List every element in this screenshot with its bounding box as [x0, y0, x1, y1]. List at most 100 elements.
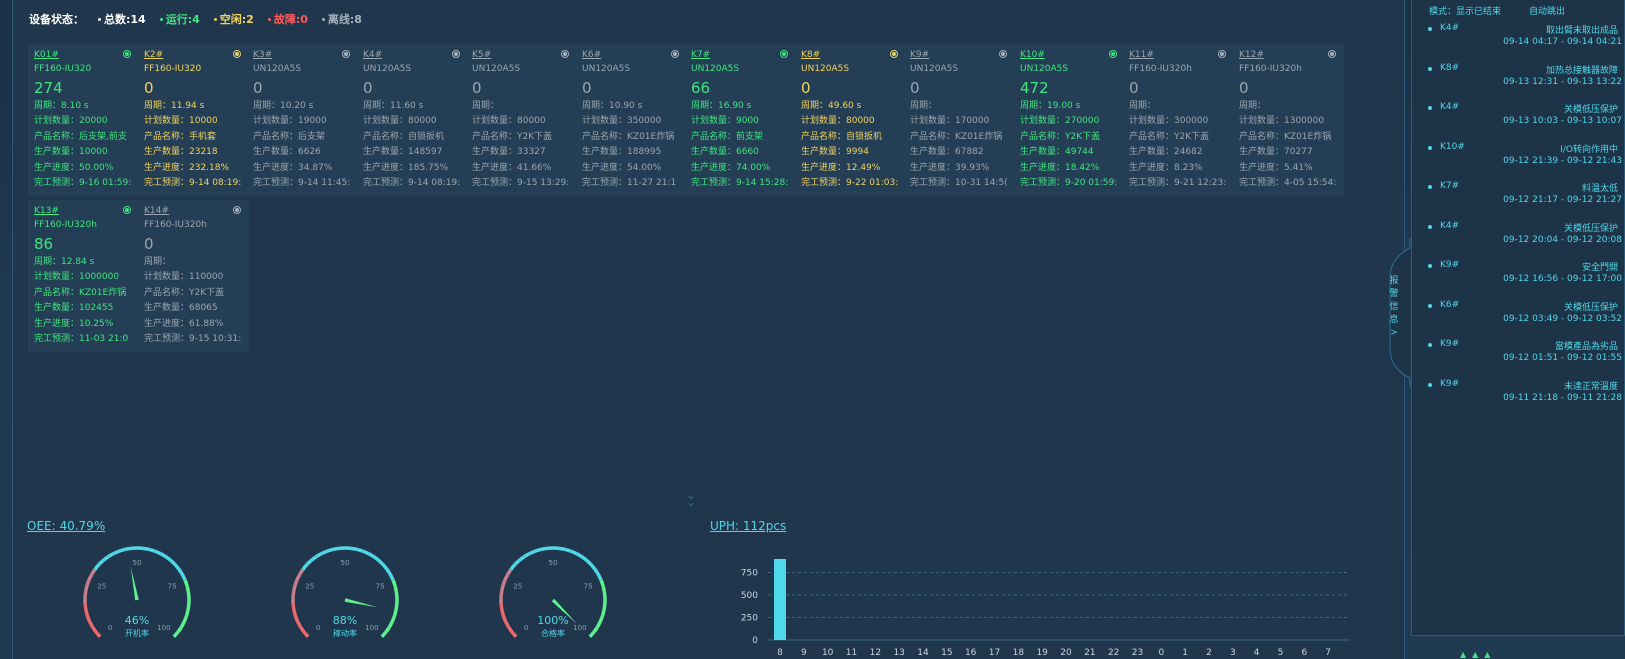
auto-popup-toggle[interactable]: 自动跳出	[1529, 7, 1565, 17]
alarm-item[interactable]: K9# 未達正常溫度 09-11 21:18 - 09-11 21:28	[1428, 379, 1625, 409]
machine-model: FF160-IU320	[144, 64, 202, 74]
gauge-arc	[124, 546, 132, 552]
expand-chevron-icon[interactable]: ⌄ ⌄	[684, 489, 698, 508]
machine-card[interactable]: K9# UN120A5S 0 周期： 计划数量：170000 产品名称：KZ01E炸锅 生产…	[904, 44, 1015, 196]
oee-title[interactable]: OEE: 40.79%	[27, 519, 105, 533]
machine-card[interactable]: K3# UN120A5S 0 周期：10.20 s 计划数量：19000 产品名称：后支架…	[247, 44, 358, 196]
machine-count: 0	[910, 79, 920, 97]
status-total-text: 总数:14	[104, 13, 146, 26]
machine-card[interactable]: K7# UN120A5S 66 周期：16.90 s 计划数量：9000 产品名称：前支架…	[685, 44, 796, 196]
machine-produced: 生产数量：68065	[144, 303, 218, 314]
machine-cycle: 周期：16.90 s	[691, 101, 752, 111]
machine-id-link[interactable]: K14#	[144, 204, 243, 218]
gauge-arc	[83, 585, 89, 593]
gauge-arc	[595, 621, 602, 629]
alarm-item[interactable]: K8# 加热总接触器故障 09-13 12:31 - 09-13 13:22	[1428, 63, 1625, 93]
machine-product: 产品名称：自锁扳机	[801, 131, 883, 142]
status-offline[interactable]: 离线:8	[321, 11, 362, 27]
alarm-message: 关模低压保护	[1563, 302, 1618, 313]
machine-id-link[interactable]: K10#	[1020, 48, 1119, 62]
machine-id-link[interactable]: K8#	[801, 48, 900, 62]
mode-show-ended-toggle[interactable]: 模式：显示已结束	[1429, 7, 1501, 17]
machine-product: 产品名称：后支架,前支	[34, 131, 127, 142]
alarm-machine: K6#	[1440, 299, 1460, 310]
machine-id-link[interactable]: K2#	[144, 48, 243, 62]
machine-produced: 生产数量：6660	[691, 147, 759, 158]
alarm-item[interactable]: K4# 取出臂未取出成品 09-14 04:17 - 09-14 04:21	[1428, 23, 1625, 53]
gauge-arc	[90, 568, 97, 576]
gauge-arc	[87, 573, 94, 581]
alarm-item[interactable]: K9# 當模產品為劣品 09-12 01:51 - 09-12 01:55	[1428, 339, 1625, 369]
machine-id-link[interactable]: K7#	[691, 48, 790, 62]
alarm-tab-label: 报警信息 >	[1386, 275, 1402, 340]
uph-bar[interactable]	[774, 559, 786, 640]
machine-card[interactable]: K14# FF160-IU320h 0 周期： 计划数量：110000 产品名称：Y2K下…	[138, 200, 249, 352]
status-fault[interactable]: 故障:0	[267, 11, 308, 27]
machine-product: 产品名称：Y2K下盖	[472, 131, 553, 142]
machine-produced: 生产数量：23218	[144, 147, 218, 158]
machine-progress: 生产进度：185.75%	[363, 162, 449, 173]
machine-card[interactable]: K01# FF160-IU320 274 周期：8.10 s 计划数量：20000 产品名…	[28, 44, 139, 196]
alarm-time: 09-14 04:17 - 09-14 04:21	[1503, 37, 1622, 47]
machine-cycle: 周期：10.20 s	[253, 101, 314, 111]
machine-produced: 生产数量：67882	[910, 147, 984, 158]
status-indicator-icon	[780, 50, 788, 58]
gauge-arc	[172, 631, 180, 639]
machine-card[interactable]: K8# UN120A5S 0 周期：49.60 s 计划数量：80000 产品名称：自锁扳…	[795, 44, 906, 196]
status-idle[interactable]: 空闲:2	[213, 11, 254, 27]
machine-id-link[interactable]: K6#	[582, 48, 681, 62]
gauge-arc	[540, 546, 548, 552]
machine-id-link[interactable]: K01#	[34, 48, 133, 62]
alarm-message: 未達正常溫度	[1563, 381, 1618, 392]
machine-id-link[interactable]: K5#	[472, 48, 571, 62]
machine-id-link[interactable]: K11#	[1129, 48, 1228, 62]
gauge-label: 稼动率	[333, 628, 357, 638]
machine-id-link[interactable]: K13#	[34, 204, 133, 218]
alarm-item[interactable]: K9# 安全門開 09-12 16:56 - 09-12 17:00	[1428, 260, 1625, 290]
machine-product: 产品名称：Y2K下盖	[144, 287, 225, 298]
machine-progress: 生产进度：50.00%	[34, 162, 114, 173]
alarm-time: 09-12 20:04 - 09-12 20:08	[1503, 234, 1622, 245]
gauge-arc	[107, 552, 115, 559]
alarm-item[interactable]: K6# 关模低压保护 09-12 03:49 - 09-12 03:52	[1428, 300, 1625, 330]
gauge-arc	[592, 626, 599, 634]
alarm-item[interactable]: K4# 关模低压保护 09-12 20:04 - 09-12 20:08	[1428, 221, 1625, 251]
status-running[interactable]: 运行:4	[159, 11, 200, 27]
alarm-item[interactable]: K7# 料温太低 09-12 21:17 - 09-12 21:27	[1428, 181, 1625, 211]
machine-id-link[interactable]: K4#	[363, 48, 462, 62]
alarm-item[interactable]: K10# I/O转向作用中 09-12 21:39 - 09-12 21:43	[1428, 142, 1625, 172]
machine-produced: 生产数量：10000	[34, 147, 108, 158]
machine-produced: 生产数量：33327	[472, 147, 546, 158]
x-tick-label: 16	[965, 648, 977, 658]
machine-model: FF160-IU320h	[34, 220, 97, 230]
gauge-arc	[499, 603, 504, 611]
gauge-uptime: 0 25 50 75 100 46% 开机率	[79, 540, 195, 659]
x-tick-label: 5	[1278, 648, 1284, 658]
machine-id-link[interactable]: K3#	[253, 48, 352, 62]
status-indicator-icon	[233, 206, 241, 214]
gauge-arc	[102, 555, 110, 562]
machine-plan: 计划数量：350000	[582, 116, 662, 127]
machine-card[interactable]: K12# FF160-IU320h 0 周期： 计划数量：1300000 产品名称：KZ0…	[1233, 44, 1344, 196]
machine-card[interactable]: K5# UN120A5S 0 周期： 计划数量：80000 产品名称：Y2K下盖 生产数量：…	[466, 44, 577, 196]
machine-id-link[interactable]: K12#	[1239, 48, 1338, 62]
uph-title[interactable]: UPH: 112pcs	[710, 519, 786, 533]
machine-count: 0	[1239, 79, 1249, 97]
machine-card[interactable]: K10# UN120A5S 472 周期：19.00 s 计划数量：270000 产品名称…	[1014, 44, 1125, 196]
x-tick-label: 17	[989, 648, 1000, 658]
gauge-arc	[310, 555, 318, 562]
machine-card[interactable]: K6# UN120A5S 0 周期：10.90 s 计划数量：350000 产品名称：KZ…	[576, 44, 687, 196]
gauge-arc	[85, 579, 91, 587]
machine-plan: 计划数量：170000	[910, 116, 990, 127]
gauge-tick-label: 0	[108, 624, 112, 632]
machine-product: 产品名称：KZ01E炸锅	[1239, 131, 1332, 142]
machine-card[interactable]: K13# FF160-IU320h 86 周期：12.84 s 计划数量：1000000…	[28, 200, 139, 352]
machine-card[interactable]: K11# FF160-IU320h 0 周期： 计划数量：300000 产品名称：Y2K下…	[1123, 44, 1234, 196]
status-fault-text: 故障:0	[273, 13, 308, 26]
alarm-item[interactable]: K4# 关模低压保护 09-13 10:03 - 09-13 10:07	[1428, 102, 1625, 132]
machine-card[interactable]: K4# UN120A5S 0 周期：11.60 s 计划数量：80000 产品名称：自锁扳…	[357, 44, 468, 196]
machine-card[interactable]: K2# FF160-IU320 0 周期：11.94 s 计划数量：10000 产品名称：…	[138, 44, 249, 196]
status-total[interactable]: 总数:14	[98, 11, 146, 27]
gauge-arc	[558, 546, 566, 552]
machine-id-link[interactable]: K9#	[910, 48, 1009, 62]
